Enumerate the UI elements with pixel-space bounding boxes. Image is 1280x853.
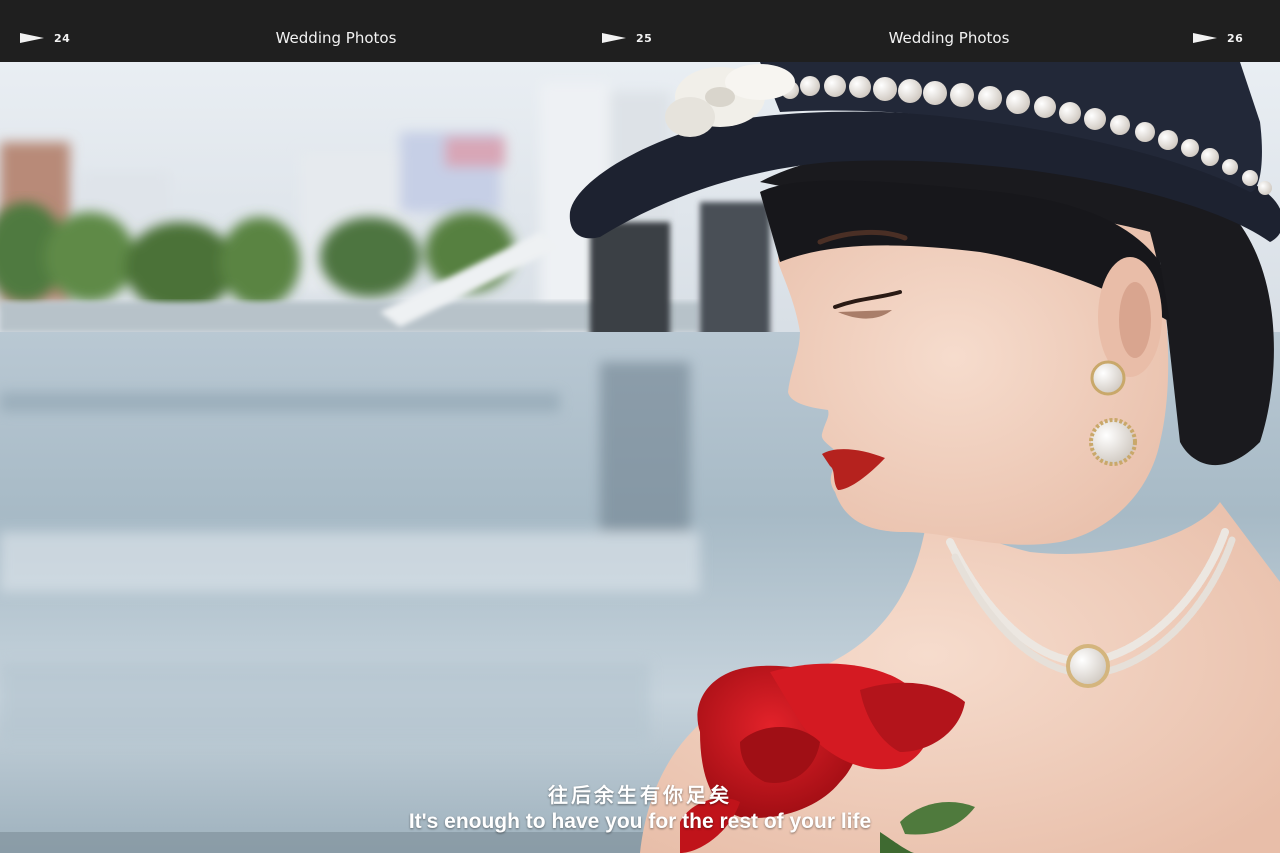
subtitle-english: It's enough to have you for the rest of … <box>408 810 872 833</box>
frame-number: 24 <box>54 31 71 45</box>
frame-number: 25 <box>636 31 653 45</box>
frame-marker-24: 24 <box>20 29 70 47</box>
photo-slide: 24 Wedding Photos 25 Wedding Photos 26 往… <box>0 0 1280 853</box>
film-strip-bar: 24 Wedding Photos 25 Wedding Photos 26 <box>0 0 1280 62</box>
frame-title: Wedding Photos <box>275 29 397 47</box>
subtitle-chinese: 往后余生有你足矣 <box>548 783 732 807</box>
portrait-illustration <box>0 62 1280 853</box>
film-arrow-icon <box>602 33 626 43</box>
frame-marker-26: 26 <box>1193 29 1243 47</box>
frame-marker-25: 25 <box>602 29 652 47</box>
portrait-photo <box>0 62 1280 853</box>
frame-number: 26 <box>1227 31 1244 45</box>
frame-title: Wedding Photos <box>888 29 1010 47</box>
film-arrow-icon <box>20 33 44 43</box>
film-arrow-icon <box>1193 33 1217 43</box>
